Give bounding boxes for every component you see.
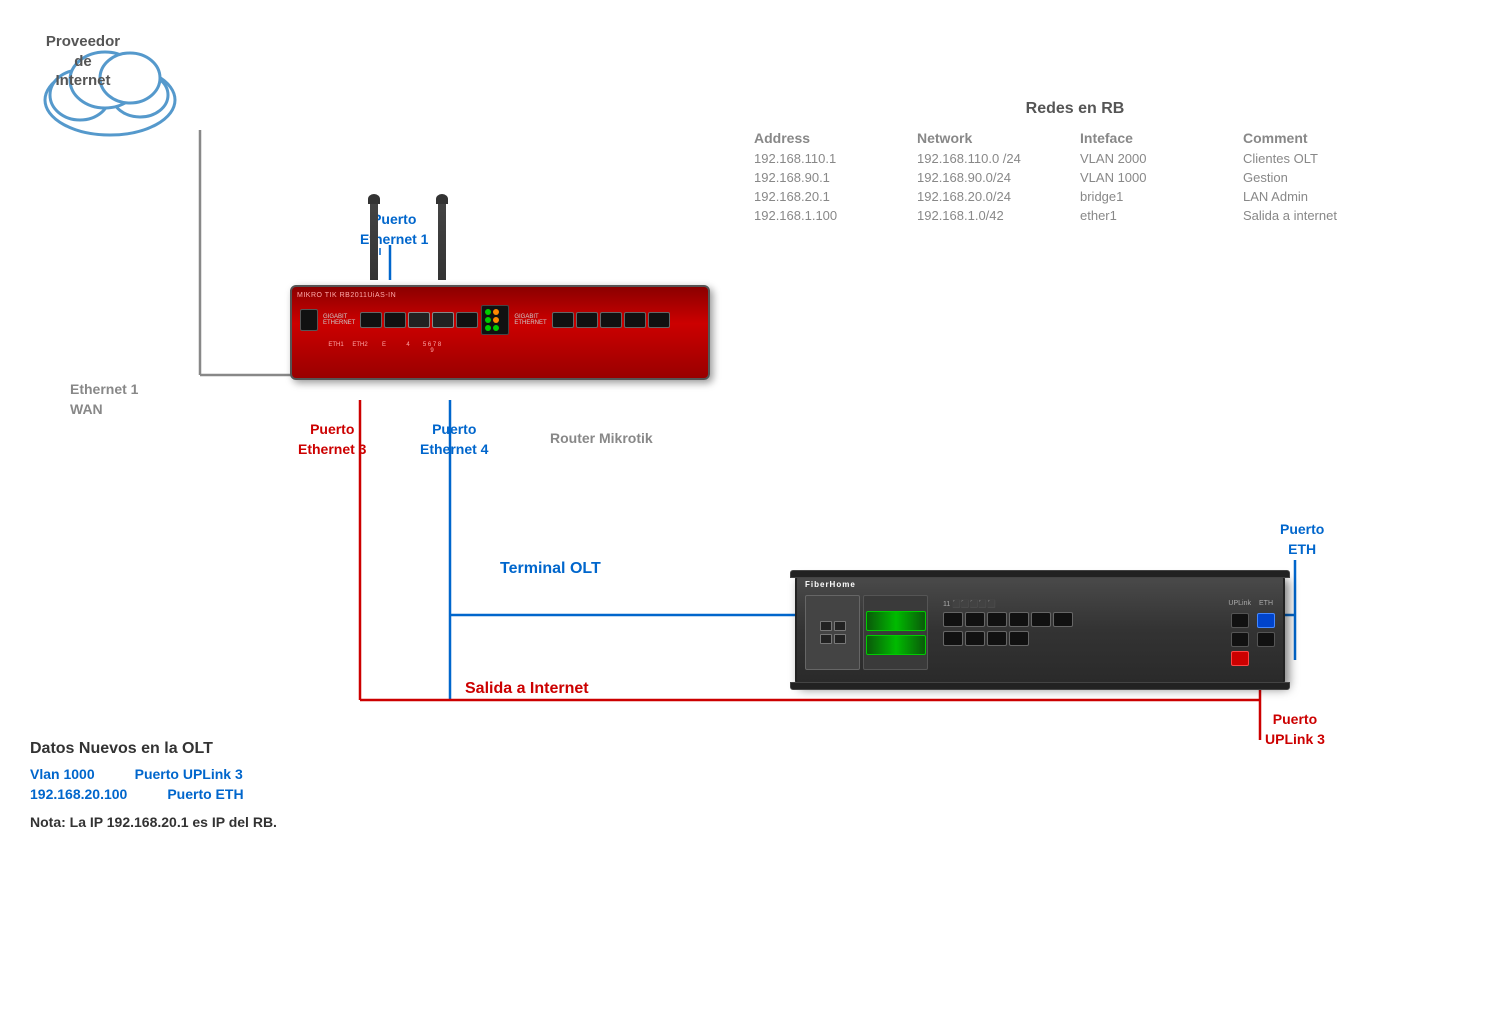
led-6 bbox=[493, 325, 499, 331]
datos-row-2: 192.168.20.100 Puerto ETH bbox=[30, 786, 450, 802]
port-eth1-label: ETH1 bbox=[325, 342, 347, 354]
redes-en-rb-table: Redes en RB Address Network Inteface Com… bbox=[750, 100, 1400, 224]
datos-uplink: Puerto UPLink 3 bbox=[135, 766, 243, 782]
router-port-7 bbox=[576, 312, 598, 328]
olt-card-section bbox=[805, 595, 928, 670]
network-3: 192.168.20.0/24 bbox=[913, 188, 1074, 205]
network-4: 192.168.1.0/42 bbox=[913, 207, 1074, 224]
router-port-5 bbox=[456, 312, 478, 328]
port-eth3-label: E bbox=[373, 342, 395, 354]
led-3 bbox=[485, 317, 491, 323]
address-3: 192.168.20.1 bbox=[750, 188, 911, 205]
router-port-9 bbox=[624, 312, 646, 328]
router-body: MIKRO TIK RB2011UiAS-IN GIGABITETHERNET bbox=[290, 285, 710, 380]
sfp-module-1 bbox=[866, 611, 926, 631]
datos-nuevos-title: Datos Nuevos en la OLT bbox=[30, 740, 450, 758]
olt-brand: FiberHome bbox=[805, 580, 856, 589]
cloud-label-line2: Internet bbox=[55, 72, 110, 89]
router-mikrotik: MIKRO TIK RB2011UiAS-IN GIGABITETHERNET bbox=[290, 200, 710, 380]
eth1-wan-label: Ethernet 1 WAN bbox=[70, 380, 138, 419]
uplink-port-2 bbox=[1231, 632, 1249, 647]
olt-rail-bottom bbox=[790, 682, 1290, 690]
led-panel bbox=[481, 305, 509, 335]
address-4: 192.168.1.100 bbox=[750, 207, 911, 224]
antenna-left bbox=[370, 200, 378, 280]
nota-text: Nota: La IP 192.168.20.1 es IP del RB. bbox=[30, 814, 450, 830]
router-port-6 bbox=[552, 312, 574, 328]
puerto-ethernet4-label: Puerto Ethernet 4 bbox=[420, 420, 488, 459]
col-header-comment: Comment bbox=[1239, 128, 1400, 148]
olt-rail-top bbox=[790, 570, 1290, 578]
puerto-eth-label: Puerto ETH bbox=[1280, 520, 1324, 559]
led-2 bbox=[493, 309, 499, 315]
olt-device: FiberHome bbox=[795, 575, 1285, 685]
router-port-8 bbox=[600, 312, 622, 328]
router-port-1 bbox=[360, 312, 382, 328]
comment-3: LAN Admin bbox=[1239, 188, 1400, 205]
uplink-port-3 bbox=[1231, 651, 1249, 666]
led-4 bbox=[493, 317, 499, 323]
router-mikrotik-label: Router Mikrotik bbox=[550, 430, 653, 446]
olt-card-2 bbox=[863, 595, 928, 670]
router-port-4 bbox=[432, 312, 454, 328]
olt-eth-column: ETH bbox=[1257, 600, 1275, 647]
cloud-label: Proveedor de Internet bbox=[38, 32, 128, 91]
olt-ports-section: 11 ⬛⬛⬛⬛⬛ bbox=[943, 600, 1103, 646]
inteface-3: bridge1 bbox=[1076, 188, 1237, 205]
puerto-ethernet3-label: Puerto Ethernet 3 bbox=[298, 420, 366, 459]
redes-title: Redes en RB bbox=[750, 100, 1400, 118]
network-1: 192.168.110.0 /24 bbox=[913, 150, 1074, 167]
terminal-olt-label: Terminal OLT bbox=[500, 560, 601, 578]
router-port-10 bbox=[648, 312, 670, 328]
datos-nuevos-section: Datos Nuevos en la OLT Vlan 1000 Puerto … bbox=[30, 740, 450, 830]
col-header-network: Network bbox=[913, 128, 1074, 148]
col-header-inteface: Inteface bbox=[1076, 128, 1237, 148]
olt-uplink-column: UPLink bbox=[1228, 600, 1251, 666]
comment-4: Salida a internet bbox=[1239, 207, 1400, 224]
diagram-container: .cloud-path { fill: white; stroke: #5599… bbox=[0, 0, 1500, 1031]
port-eth2-label: ETH2 bbox=[349, 342, 371, 354]
sfp-module-2 bbox=[866, 635, 926, 655]
led-1 bbox=[485, 309, 491, 315]
cloud-label-line1: Proveedor de bbox=[46, 33, 120, 70]
router-port-2 bbox=[384, 312, 406, 328]
col-header-address: Address bbox=[750, 128, 911, 148]
olt-right-section: UPLink ETH bbox=[1228, 600, 1275, 666]
uplink-port-1 bbox=[1231, 613, 1249, 628]
eth-port-2 bbox=[1257, 632, 1275, 647]
inteface-4: ether1 bbox=[1076, 207, 1237, 224]
datos-ip: 192.168.20.100 bbox=[30, 786, 127, 802]
olt-body: FiberHome bbox=[795, 575, 1285, 685]
network-2: 192.168.90.0/24 bbox=[913, 169, 1074, 186]
olt-card-1 bbox=[805, 595, 860, 670]
sfp-port bbox=[300, 309, 318, 331]
port-eth4-label: 4 bbox=[397, 342, 419, 354]
inteface-2: VLAN 1000 bbox=[1076, 169, 1237, 186]
datos-vlan: Vlan 1000 bbox=[30, 766, 95, 782]
eth1-label: Ethernet 1 bbox=[70, 380, 138, 400]
router-port-3 bbox=[408, 312, 430, 328]
salida-internet-label: Salida a Internet bbox=[465, 680, 589, 698]
datos-eth: Puerto ETH bbox=[167, 786, 243, 802]
puerto-uplink3-label: Puerto UPLink 3 bbox=[1265, 710, 1325, 749]
eth-port-highlighted bbox=[1257, 613, 1275, 628]
wan-label: WAN bbox=[70, 400, 138, 420]
redes-grid: Address Network Inteface Comment 192.168… bbox=[750, 128, 1400, 224]
datos-row-1: Vlan 1000 Puerto UPLink 3 bbox=[30, 766, 450, 782]
inteface-1: VLAN 2000 bbox=[1076, 150, 1237, 167]
antenna-right bbox=[438, 200, 446, 280]
comment-1: Clientes OLT bbox=[1239, 150, 1400, 167]
address-2: 192.168.90.1 bbox=[750, 169, 911, 186]
comment-2: Gestion bbox=[1239, 169, 1400, 186]
led-5 bbox=[485, 325, 491, 331]
address-1: 192.168.110.1 bbox=[750, 150, 911, 167]
